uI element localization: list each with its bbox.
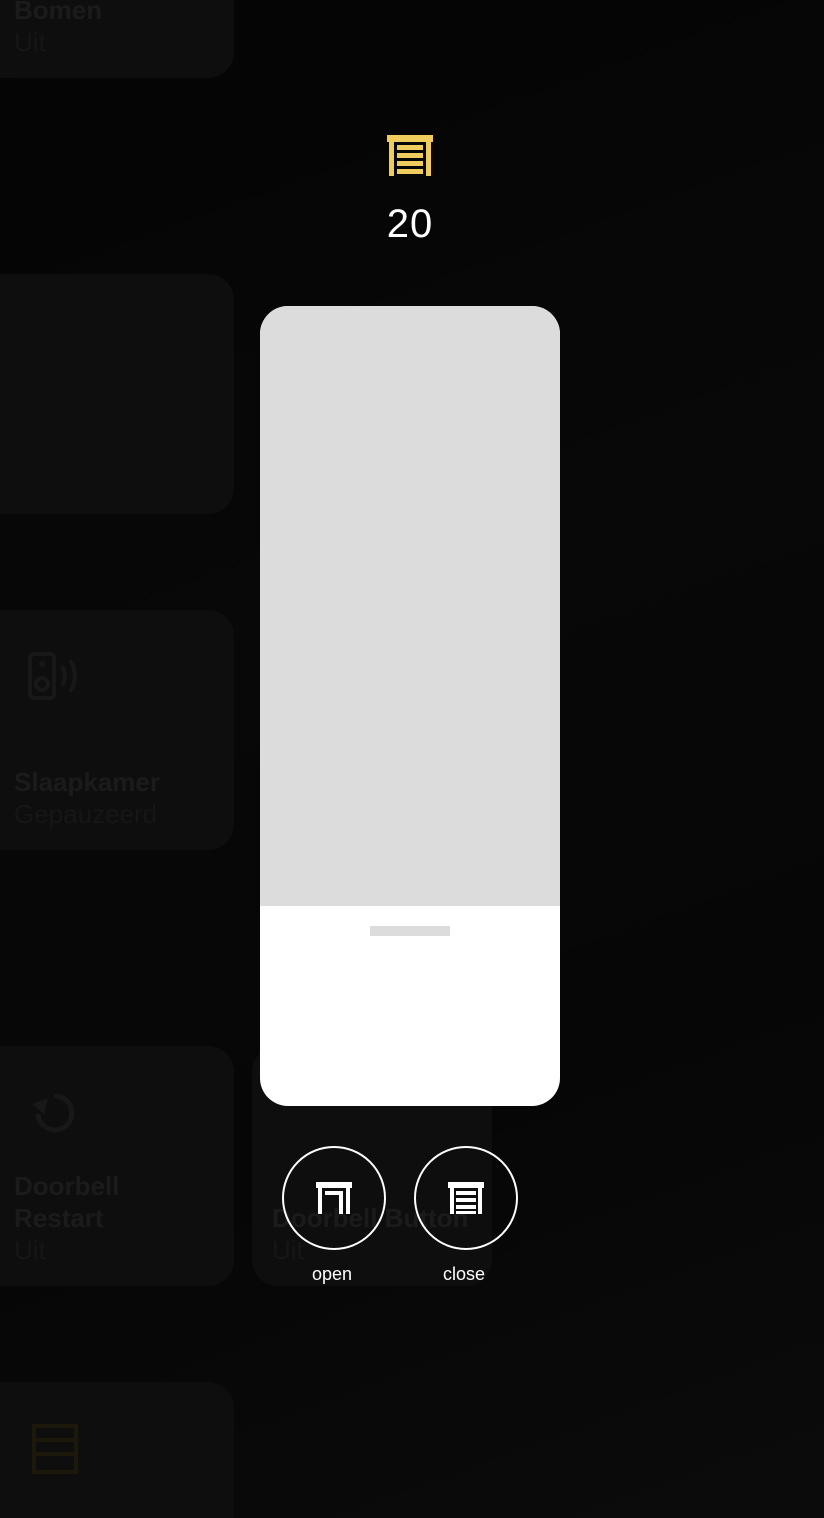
garage-door-open-icon — [316, 1182, 352, 1214]
position-slider[interactable] — [260, 306, 560, 1106]
close-button[interactable] — [414, 1146, 518, 1250]
screen: Bomen Uit Slaapkamer Gepauzeerd Doorbell… — [0, 0, 824, 1518]
garage-door-closed-icon — [448, 1182, 484, 1214]
slider-handle[interactable] — [370, 926, 450, 936]
open-label: open — [311, 1264, 353, 1284]
open-button[interactable] — [282, 1146, 386, 1250]
slider-fill — [260, 306, 560, 906]
close-label: close — [442, 1264, 486, 1284]
position-value: 20 — [386, 202, 434, 246]
garage-door-closed-icon — [387, 135, 433, 176]
